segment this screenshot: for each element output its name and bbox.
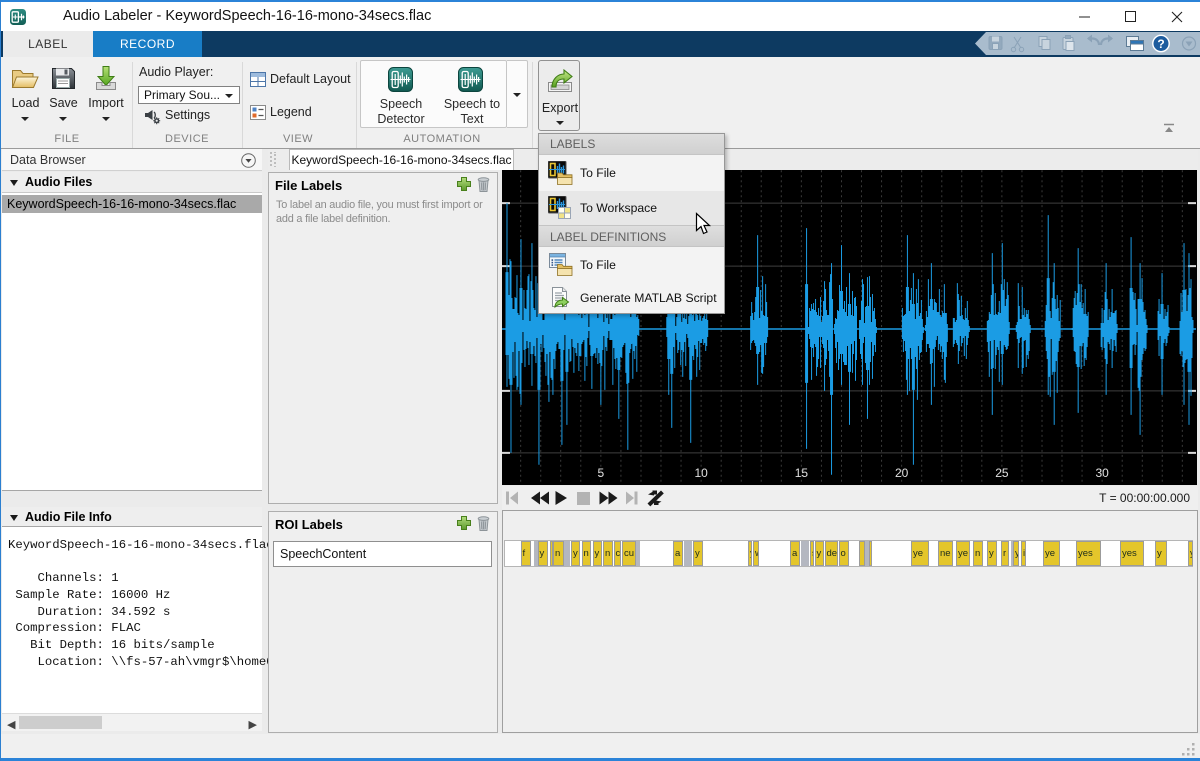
svg-text:?: ? xyxy=(1157,37,1164,51)
svg-text:5: 5 xyxy=(598,466,605,480)
svg-text:30: 30 xyxy=(1095,466,1109,480)
svg-text:20: 20 xyxy=(895,466,909,480)
svg-text:15: 15 xyxy=(795,466,809,480)
svg-text:10: 10 xyxy=(694,466,708,480)
svg-text:25: 25 xyxy=(995,466,1009,480)
